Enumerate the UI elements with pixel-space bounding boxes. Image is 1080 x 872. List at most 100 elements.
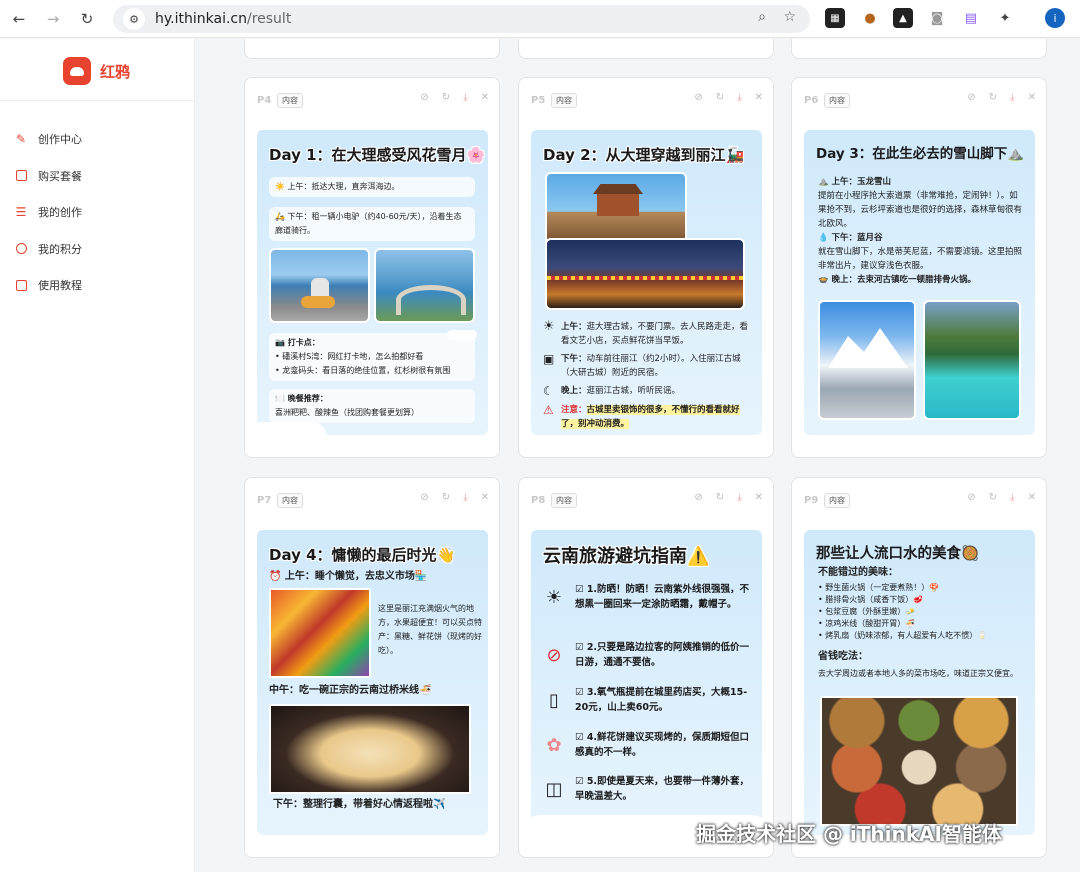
sidebar-menu: ✎ 创作中心 购买套餐 ☰ 我的创作 我的积分 使用教程: [15, 121, 82, 304]
result-grid: P4 内容 ⊘ ↻ ⤓ ✕ Day 1：在大理感受风花雪月🌸 ☀️ 上午：抵达大…: [196, 39, 1080, 872]
checkin-box: 📷 打卡点： • 磻溪村S湾：网红打卡地，怎么拍都好看 • 龙龛码头：看日落的绝…: [269, 333, 475, 381]
sidebar-item-tutorial[interactable]: 使用教程: [15, 267, 82, 304]
download-icon[interactable]: ⤓: [737, 492, 741, 503]
cloud-decoration: [257, 422, 327, 435]
hide-icon[interactable]: ⊘: [420, 492, 428, 503]
card-p5[interactable]: P5 内容 ⊘ ↻ ⤓ ✕ Day 2：从大理穿越到丽江🚂 ☀ 上午：逛大理古城…: [518, 77, 774, 458]
site-info-icon[interactable]: ⚙: [123, 8, 145, 30]
sidebar-item-label: 购买套餐: [38, 169, 82, 183]
hide-icon[interactable]: ⊘: [694, 92, 702, 103]
page-number: P5: [531, 94, 546, 106]
download-icon[interactable]: ⤓: [1010, 492, 1014, 503]
bookmark-star-icon[interactable]: ☆: [783, 9, 796, 25]
profile-avatar[interactable]: i: [1045, 8, 1065, 28]
address-bar[interactable]: ⚙ hy.ithinkai.cn/result ⌕ ☆: [113, 5, 810, 33]
suitcase-icon: ▣: [543, 352, 555, 366]
tip-1: ☑ 1.防晒！防晒！云南紫外线很强强，不想黑一圈回来一定涂防晒霜，戴帽子。: [575, 584, 750, 610]
close-icon[interactable]: ✕: [1028, 492, 1036, 503]
dinner-box: 🍽️ 晚餐推荐： 喜洲粑粑、酸辣鱼（找团购套餐更划算）: [269, 389, 475, 423]
tip-4: ☑ 4.鲜花饼建议买现烤的，保质期短但口感真的不一样。: [575, 732, 750, 758]
afternoon-text: 🛵 下午：租一辆小电驴（约40-60元/天），沿着生态廊道骑行。: [269, 207, 475, 241]
card-p4[interactable]: P4 内容 ⊘ ↻ ⤓ ✕ Day 1：在大理感受风花雪月🌸 ☀️ 上午：抵达大…: [244, 77, 500, 458]
regenerate-icon[interactable]: ↻: [716, 492, 724, 503]
sidebar-divider: [0, 100, 195, 101]
afternoon-label: 下午：: [561, 354, 587, 364]
dinner-text: 喜洲粑粑、酸辣鱼（找团购套餐更划算）: [275, 408, 419, 417]
card-p9[interactable]: P9 内容 ⊘ ↻ ⤓ ✕ 那些让人流口水的美食🥘 不能错过的美味： • 野生菌…: [791, 477, 1047, 858]
sidebar-item-my-creations[interactable]: ☰ 我的创作: [15, 194, 82, 231]
extension-icon-3[interactable]: ▲: [893, 8, 913, 28]
zoom-icon[interactable]: ⌕: [758, 9, 766, 25]
sidebar-item-points[interactable]: 我的积分: [15, 231, 82, 268]
hide-icon[interactable]: ⊘: [420, 92, 428, 103]
afternoon-text: ▣ 下午：动车前往丽江（约2小时）。入住丽江古城（大研古城）附近的民宿。: [543, 352, 749, 380]
card-title: Day 1：在大理感受风花雪月🌸: [269, 146, 486, 164]
download-icon[interactable]: ⤓: [1010, 92, 1014, 103]
cookie-extension-icon[interactable]: ●: [860, 8, 880, 28]
sidebar-item-buy[interactable]: 购买套餐: [15, 158, 82, 195]
hide-icon[interactable]: ⊘: [967, 492, 975, 503]
checkin-item: • 磻溪村S湾：网红打卡地，怎么拍都好看: [275, 352, 424, 361]
food-item: • 腊排骨火锅（咸香下饭）🥩: [818, 595, 924, 604]
close-icon[interactable]: ✕: [481, 92, 489, 103]
evening-text: 🍲 晚上：去束河古镇吃一顿腊排骨火锅。: [818, 275, 977, 285]
close-icon[interactable]: ✕: [755, 492, 763, 503]
close-icon[interactable]: ✕: [481, 492, 489, 503]
regenerate-icon[interactable]: ↻: [442, 492, 450, 503]
sidebar-item-create[interactable]: ✎ 创作中心: [15, 121, 82, 158]
page-number: P4: [257, 94, 272, 106]
card-image: 云南旅游避坑指南⚠️ ☀ ☑ 1.防晒！防晒！云南紫外线很强强，不想黑一圈回来一…: [531, 530, 762, 835]
note-extension-icon[interactable]: ▤: [961, 8, 981, 28]
content-tag: 内容: [551, 492, 577, 508]
forward-icon[interactable]: →: [42, 8, 64, 30]
card-image: Day 2：从大理穿越到丽江🚂 ☀ 上午：逛大理古城，不要门票。去人民路走走，看…: [531, 130, 762, 435]
note-label: 注意：: [561, 405, 587, 415]
doc-icon: [15, 279, 27, 291]
afternoon-text: 下午：整理行囊，带着好心情返程啦✈️: [273, 799, 446, 810]
food-item: • 凉鸡米线（酸甜开胃）🍜: [818, 619, 916, 628]
extension-icon-1[interactable]: ▦: [825, 8, 845, 28]
back-icon[interactable]: ←: [8, 8, 30, 30]
download-icon[interactable]: ⤓: [737, 92, 741, 103]
download-icon[interactable]: ⤓: [463, 92, 467, 103]
card-partial: [518, 39, 774, 59]
card-p8[interactable]: P8 内容 ⊘ ↻ ⤓ ✕ 云南旅游避坑指南⚠️ ☀ ☑ 1.防晒！防晒！云南紫…: [518, 477, 774, 858]
card-partial: [791, 39, 1047, 59]
pen-icon: ✎: [15, 132, 27, 147]
hide-icon[interactable]: ⊘: [967, 92, 975, 103]
url-text[interactable]: hy.ithinkai.cn/result: [155, 11, 291, 27]
food-item: • 烤乳扇（奶味浓郁，有人超爱有人吃不惯）🥛: [818, 631, 988, 640]
close-icon[interactable]: ✕: [1028, 92, 1036, 103]
content-tag: 内容: [824, 92, 850, 108]
dali-gate-photo: [545, 172, 687, 244]
regenerate-icon[interactable]: ↻: [989, 92, 997, 103]
warning-icon: ⚠: [543, 403, 554, 417]
morning-text: ⏰ 上午：睡个懒觉，去忠义市场🏪: [269, 571, 428, 582]
regenerate-icon[interactable]: ↻: [989, 492, 997, 503]
evening-text: ☾ 晚上：逛丽江古城，听听民谣。: [543, 384, 749, 398]
browser-toolbar: ← → ↻ ⚙ hy.ithinkai.cn/result ⌕ ☆ ▦ ● ▲ …: [0, 0, 1080, 38]
regenerate-icon[interactable]: ↻: [716, 92, 724, 103]
clock-icon: [15, 243, 27, 255]
save-money-title: 省钱吃法：: [818, 651, 868, 662]
rice-noodle-photo: [269, 704, 471, 794]
card-title: 云南旅游避坑指南⚠️: [543, 546, 710, 567]
brand-logo[interactable]: 红鸦: [63, 57, 130, 85]
hide-icon[interactable]: ⊘: [694, 492, 702, 503]
reload-icon[interactable]: ↻: [76, 8, 98, 30]
morning-label: 上午：: [561, 322, 587, 332]
afternoon-body: 动车前往丽江（约2小时）。入住丽江古城（大研古城）附近的民宿。: [561, 354, 741, 378]
card-image: Day 3：在此生必去的雪山脚下⛰️ ⛰️ 上午：玉龙雪山 提前在小程序抢大索道…: [804, 130, 1035, 435]
card-p6[interactable]: P6 内容 ⊘ ↻ ⤓ ✕ Day 3：在此生必去的雪山脚下⛰️ ⛰️ 上午：玉…: [791, 77, 1047, 458]
cloud-decoration: [447, 330, 477, 340]
card-title: 那些让人流口水的美食🥘: [816, 546, 980, 562]
regenerate-icon[interactable]: ↻: [442, 92, 450, 103]
content-tag: 内容: [824, 492, 850, 508]
download-icon[interactable]: ⤓: [463, 492, 467, 503]
camera-extension-icon[interactable]: ◙: [927, 8, 947, 28]
extensions-puzzle-icon[interactable]: ✦: [995, 8, 1015, 28]
page-number: P8: [531, 494, 546, 506]
card-p7[interactable]: P7 内容 ⊘ ↻ ⤓ ✕ Day 4：慵懒的最后时光👋 ⏰ 上午：睡个懒觉，去…: [244, 477, 500, 858]
close-icon[interactable]: ✕: [755, 92, 763, 103]
must-eat-title: 不能错过的美味：: [818, 567, 898, 578]
